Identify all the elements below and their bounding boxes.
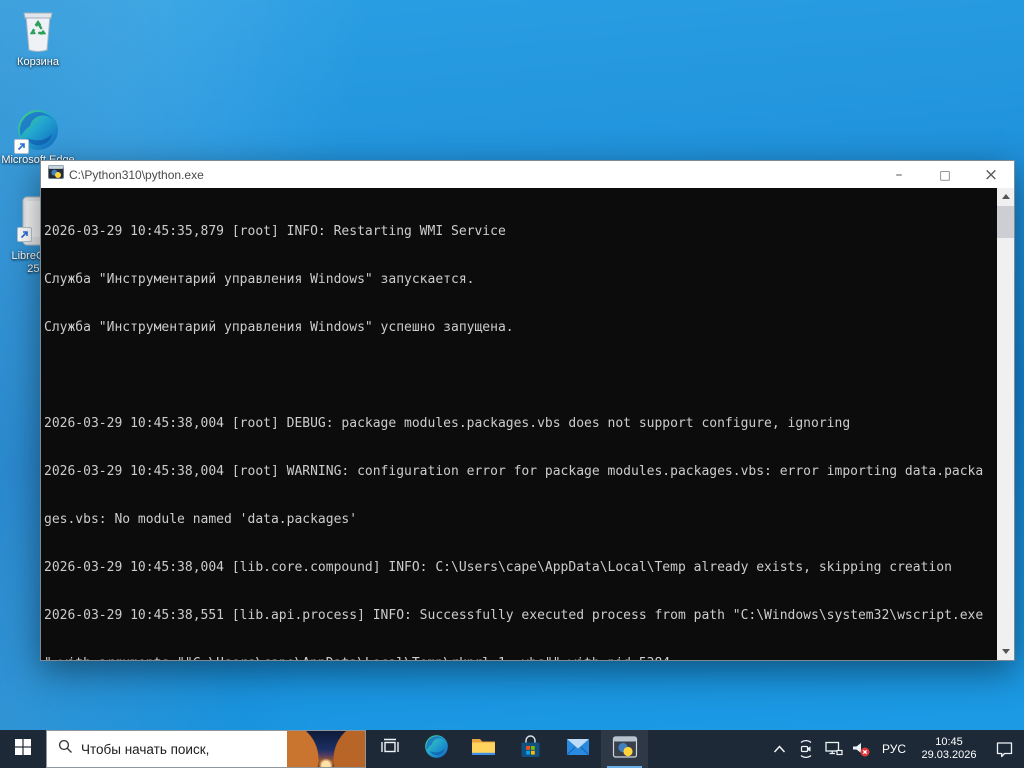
console-line: " with arguments ""C:\Users\cape\AppData…: [44, 656, 997, 660]
language-indicator[interactable]: РУС: [874, 730, 914, 768]
search-icon: [47, 739, 81, 759]
console-line: Служба "Инструментарий управления Window…: [44, 272, 475, 287]
console-window: C:\Python310\python.exe – □ × 2026-03-29…: [40, 160, 1015, 661]
console-line: 2026-03-29 10:45:38,004 [root] DEBUG: pa…: [44, 416, 851, 431]
clock[interactable]: 10:45 29.03.2026: [914, 730, 984, 768]
volume-muted-icon: [852, 743, 869, 757]
edge-icon: [424, 734, 449, 764]
taskbar-search-box[interactable]: [46, 730, 366, 768]
scrollbar-down-arrow-icon[interactable]: [997, 643, 1014, 660]
clock-time: 10:45: [935, 736, 963, 748]
microsoft-store-icon: [519, 734, 542, 764]
network-icon: [824, 741, 843, 756]
language-label: РУС: [881, 742, 907, 756]
console-output: 2026-03-29 10:45:35,879 [root] INFO: Res…: [41, 188, 997, 660]
start-button[interactable]: [0, 730, 46, 768]
hidden-icons-button[interactable]: [766, 730, 792, 768]
desktop: Корзина Microsoft Edge LibreOffice 25.2 …: [0, 0, 1024, 768]
close-button[interactable]: ×: [968, 161, 1014, 188]
maximize-button[interactable]: □: [922, 161, 968, 188]
taskbar-file-explorer-button[interactable]: [460, 730, 507, 768]
minimize-icon: –: [895, 166, 903, 183]
volume-button[interactable]: [847, 730, 874, 768]
desktop-icon-recycle-bin[interactable]: Корзина: [0, 8, 76, 69]
console-line: 2026-03-29 10:45:38,004 [lib.core.compou…: [44, 560, 952, 575]
taskbar-store-button[interactable]: [507, 730, 554, 768]
clock-date: 29.03.2026: [921, 749, 977, 761]
action-center-icon: [996, 741, 1012, 757]
taskbar-mail-button[interactable]: [554, 730, 601, 768]
scrollbar-up-arrow-icon[interactable]: [997, 188, 1014, 205]
taskbar: РУС 10:45 29.03.2026: [0, 730, 1024, 768]
file-explorer-icon: [471, 736, 496, 762]
meet-now-icon: [800, 740, 812, 758]
system-tray: РУС 10:45 29.03.2026: [766, 730, 1024, 768]
action-center-button[interactable]: [984, 730, 1024, 768]
shortcut-arrow-icon: [14, 139, 29, 154]
shortcut-arrow-icon: [17, 227, 32, 242]
search-highlight-image[interactable]: [287, 731, 365, 767]
console-line: 2026-03-29 10:45:38,004 [root] WARNING: …: [44, 464, 984, 479]
window-title: C:\Python310\python.exe: [69, 167, 204, 182]
edge-icon: [14, 108, 60, 154]
desktop-icon-label: Корзина: [17, 56, 59, 68]
console-line: 2026-03-29 10:45:35,879 [root] INFO: Res…: [44, 224, 506, 239]
minimize-button[interactable]: –: [876, 161, 922, 188]
mail-icon: [566, 737, 590, 762]
console-line: Служба "Инструментарий управления Window…: [44, 320, 514, 335]
window-titlebar[interactable]: C:\Python310\python.exe – □ ×: [41, 161, 1014, 188]
desktop-icon-edge[interactable]: Microsoft Edge: [0, 108, 76, 167]
maximize-icon: □: [939, 167, 951, 182]
search-input[interactable]: [81, 741, 241, 757]
console-line: 2026-03-29 10:45:38,551 [lib.api.process…: [44, 608, 984, 623]
close-icon: ×: [983, 164, 999, 185]
recycle-bin-icon: [0, 8, 76, 54]
meet-now-button[interactable]: [792, 730, 820, 768]
taskbar-edge-button[interactable]: [413, 730, 460, 768]
taskbar-python-console-button[interactable]: [601, 730, 648, 768]
scrollbar-thumb[interactable]: [997, 206, 1014, 238]
scrollbar[interactable]: [997, 188, 1014, 660]
console-app-icon: [48, 164, 64, 185]
network-button[interactable]: [820, 730, 847, 768]
task-view-icon: [380, 738, 400, 761]
console-line: ges.vbs: No module named 'data.packages': [44, 512, 358, 527]
windows-logo-icon: [15, 738, 31, 760]
chevron-up-icon: [773, 745, 785, 753]
task-view-button[interactable]: [366, 730, 413, 768]
python-console-icon: [612, 735, 638, 764]
